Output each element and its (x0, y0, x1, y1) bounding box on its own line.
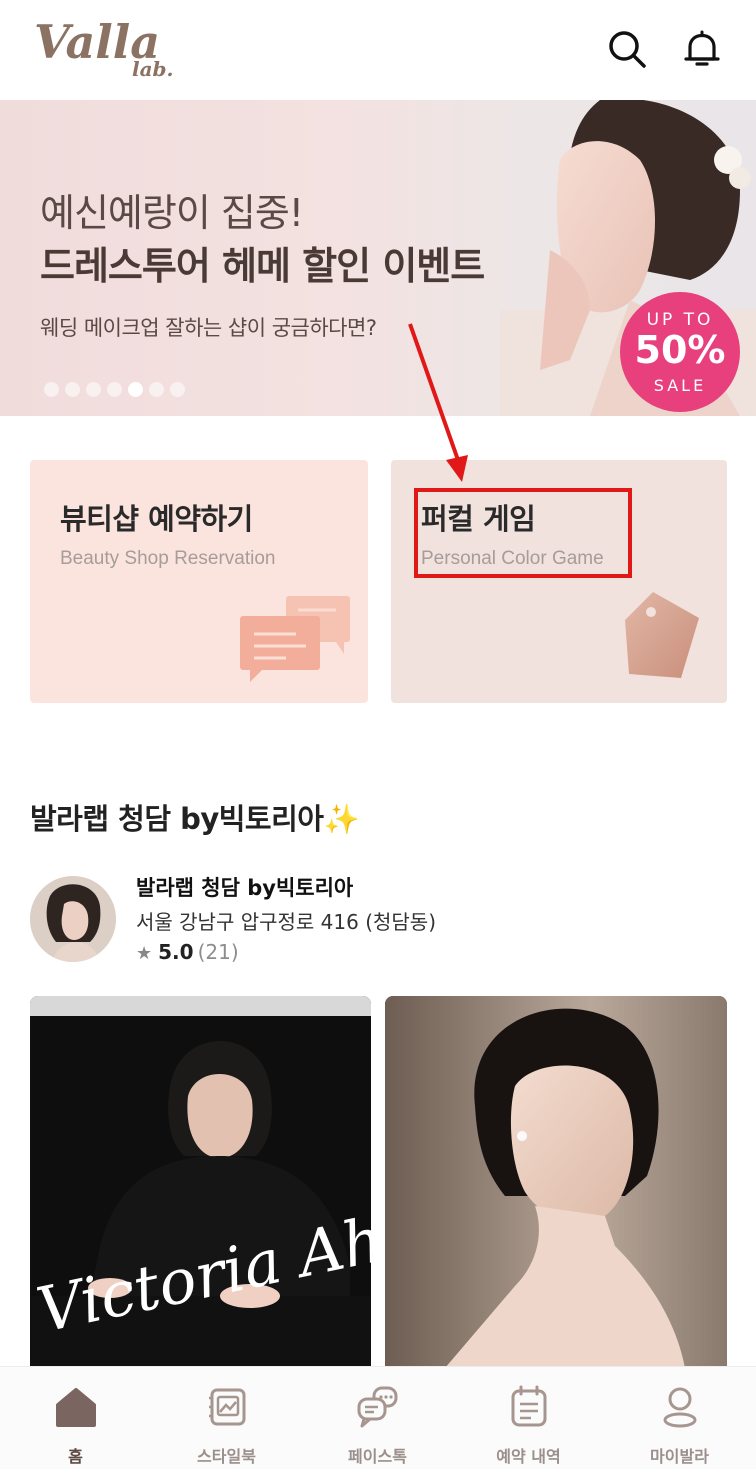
promo-banner[interactable]: 예신예랑이 집중! 드레스투어 헤메 할인 이벤트 웨딩 메이크업 잘하는 샵이… (0, 100, 756, 416)
banner-headline: 예신예랑이 집중! (40, 191, 304, 235)
banner-title: 드레스투어 헤메 할인 이벤트 (40, 244, 485, 288)
shop-name[interactable]: 발라랩 청담 by빅토리아 (136, 872, 353, 902)
nav-facetalk[interactable]: 페이스톡 (302, 1367, 453, 1469)
card-subtitle: Beauty Shop Reservation (60, 548, 276, 569)
rating-score: 5.0 (158, 940, 194, 964)
stylebook-icon (208, 1388, 245, 1426)
beauty-shop-reservation-card[interactable]: 뷰티샵 예약하기 Beauty Shop Reservation (30, 460, 368, 703)
carousel-dot[interactable] (149, 382, 164, 397)
carousel-dot[interactable] (170, 382, 185, 397)
nav-label: 홈 (68, 1447, 83, 1466)
bottom-navigation: 홈 스타일북 페이스톡 예약 내역 마이발라 (0, 1366, 756, 1469)
carousel-dot[interactable] (86, 382, 101, 397)
nav-my-valla[interactable]: 마이발라 (604, 1367, 755, 1469)
nav-label: 스타일북 (197, 1447, 256, 1466)
sale-badge-bottom: SALE (653, 376, 707, 395)
star-icon: ★ (136, 943, 153, 964)
shop-rating: ★ 5.0 (21) (136, 940, 239, 964)
shop-photo-victoria[interactable]: Victoria Ahn (30, 996, 371, 1368)
review-count: (21) (197, 940, 239, 964)
annotation-arrow-icon (408, 323, 468, 482)
bell-icon[interactable] (681, 28, 723, 70)
shop-photo-model[interactable] (385, 996, 727, 1368)
carousel-dot-active[interactable] (128, 382, 143, 397)
calendar-icon (511, 1385, 546, 1427)
facetalk-icon (357, 1386, 397, 1428)
nav-stylebook[interactable]: 스타일북 (151, 1367, 302, 1469)
shop-avatar[interactable] (30, 876, 116, 962)
card-title: 뷰티샵 예약하기 (60, 502, 253, 536)
nav-reservations[interactable]: 예약 내역 (453, 1367, 604, 1469)
app-header: Valla lab. (0, 0, 756, 100)
carousel-indicator[interactable] (44, 382, 185, 397)
nav-label: 페이스톡 (348, 1447, 407, 1466)
sale-badge-value: 50% (634, 328, 726, 372)
carousel-dot[interactable] (44, 382, 59, 397)
banner-caption: 웨딩 메이크업 잘하는 샵이 궁금하다면? (40, 316, 377, 340)
nav-label: 마이발라 (650, 1447, 709, 1466)
profile-icon (663, 1387, 696, 1428)
carousel-dot[interactable] (65, 382, 80, 397)
tag-icon (625, 592, 699, 678)
svg-text:lab.: lab. (132, 57, 174, 81)
home-icon (55, 1388, 96, 1427)
shop-address: 서울 강남구 압구정로 416 (청담동) (136, 910, 437, 934)
valla-lab-logo[interactable]: Valla lab. (32, 14, 192, 84)
sale-badge: UP TO 50% SALE (620, 292, 740, 412)
sale-badge-top: UP TO (646, 310, 714, 330)
nav-label: 예약 내역 (496, 1447, 561, 1466)
annotation-highlight-box (414, 488, 632, 578)
search-icon[interactable] (606, 28, 648, 70)
chat-bubbles-icon (240, 596, 350, 682)
nav-home[interactable]: 홈 (0, 1367, 151, 1469)
section-title: 발라랩 청담 by빅토리아✨ (30, 802, 360, 836)
carousel-dot[interactable] (107, 382, 122, 397)
